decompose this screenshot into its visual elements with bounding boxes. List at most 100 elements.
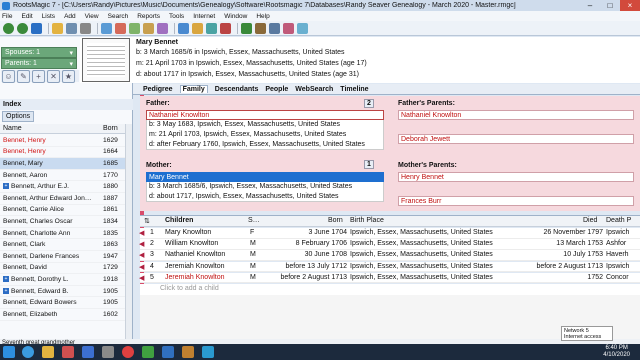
child-arrow-icon[interactable]: ◀ <box>139 274 144 282</box>
tab-timeline[interactable]: Timeline <box>340 86 368 93</box>
col-born[interactable]: Born <box>328 217 343 224</box>
web-icon[interactable] <box>206 22 217 34</box>
tools-icon[interactable] <box>220 22 231 34</box>
plus-icon[interactable]: + <box>3 276 9 283</box>
name-row[interactable]: Bennett, David 1729 <box>0 263 126 275</box>
add-child-icon[interactable] <box>129 22 140 34</box>
menu-view[interactable]: View <box>85 13 99 20</box>
tab-websearch[interactable]: WebSearch <box>295 86 333 93</box>
app-icon[interactable] <box>62 346 74 358</box>
photo-thumbnail[interactable] <box>82 38 130 82</box>
delete-icon[interactable]: ✕ <box>47 70 60 83</box>
app-icon[interactable] <box>102 346 114 358</box>
save-icon[interactable] <box>66 22 77 34</box>
father-spouse-count[interactable]: 2 <box>364 99 374 108</box>
add-spouse-icon[interactable] <box>115 22 126 34</box>
app-icon[interactable] <box>142 346 154 358</box>
name-row[interactable]: Bennet, Henry 1664 <box>0 147 126 159</box>
search-icon[interactable] <box>178 22 189 34</box>
open-file-icon[interactable] <box>52 22 63 34</box>
person-icon[interactable]: ☺ <box>2 70 15 83</box>
bookmark-icon[interactable]: ★ <box>62 70 75 83</box>
maximize-button[interactable]: □ <box>600 0 620 11</box>
bookmark-icon[interactable] <box>283 22 294 34</box>
back-icon[interactable] <box>3 22 14 34</box>
publish-icon[interactable] <box>241 22 252 34</box>
tree-icon[interactable] <box>255 22 266 34</box>
explorer-icon[interactable] <box>42 346 54 358</box>
child-arrow-icon[interactable]: ◀ <box>139 263 144 271</box>
child-row[interactable]: 4 Jeremiah Knowlton Mbefore 13 July 1712 Ip… <box>139 261 640 273</box>
tab-descendants[interactable]: Descendants <box>215 86 259 93</box>
name-row[interactable]: Bennet, Henry 1629 <box>0 135 126 147</box>
menu-add[interactable]: Add <box>64 13 76 20</box>
name-row[interactable]: Bennett, Aaron 1770 <box>0 170 126 182</box>
add-icon[interactable]: + <box>32 70 45 83</box>
name-row[interactable]: Bennett, Clark 1863 <box>0 239 126 251</box>
app-icon[interactable] <box>162 346 174 358</box>
name-row[interactable]: Bennett, Charles Oscar 1834 <box>0 216 126 228</box>
chrome-icon[interactable] <box>122 346 134 358</box>
col-born[interactable]: Born <box>103 125 126 132</box>
child-row[interactable]: 3 Nathaniel Knowlton M 30 June 1708 Ipswich,… <box>139 250 640 261</box>
tab-family[interactable]: Family <box>179 85 208 93</box>
menu-file[interactable]: File <box>2 13 12 20</box>
col-children[interactable]: Children <box>165 217 193 224</box>
menu-internet[interactable]: Internet <box>193 13 215 20</box>
name-row[interactable]: Bennett, Darlene Frances 1947 <box>0 251 126 263</box>
tab-pedigree[interactable]: Pedigree <box>143 86 173 93</box>
rootsmagic-icon[interactable] <box>202 346 214 358</box>
menu-help[interactable]: Help <box>256 13 269 20</box>
menu-lists[interactable]: Lists <box>42 13 55 20</box>
close-button[interactable]: × <box>620 0 640 11</box>
add-child-row[interactable]: Click to add a child <box>140 284 640 295</box>
name-row[interactable]: Bennett, Edward Bowers 1905 <box>0 297 126 309</box>
name-row[interactable]: Bennett, Charlotte Ann 1835 <box>0 228 126 240</box>
col-died[interactable]: Died <box>583 217 597 224</box>
app-icon[interactable] <box>182 346 194 358</box>
name-row[interactable]: Bennett, Elizabeth 1602 <box>0 309 126 321</box>
menu-window[interactable]: Window <box>224 13 247 20</box>
start-icon[interactable] <box>3 346 15 358</box>
fathers-mother[interactable]: Deborah Jewett <box>398 134 634 144</box>
child-arrow-icon[interactable]: ◀ <box>139 251 144 259</box>
col-name[interactable]: Name <box>0 125 103 132</box>
mother-name[interactable]: Mary Bennet <box>146 172 384 182</box>
plus-icon[interactable]: + <box>3 183 9 190</box>
name-row[interactable]: Bennet, Mary 1685 <box>0 158 126 170</box>
source-icon[interactable] <box>157 22 168 34</box>
sort-icon[interactable]: ⇅ <box>144 217 150 225</box>
index-scrollbar[interactable] <box>125 124 132 357</box>
ie-icon[interactable] <box>22 346 34 358</box>
mothers-father[interactable]: Henry Bennet <box>398 172 634 182</box>
child-arrow-icon[interactable]: ◀ <box>139 229 144 237</box>
options-tab[interactable]: Options <box>2 111 35 122</box>
col-death-place[interactable]: Death P <box>606 217 631 224</box>
plus-icon[interactable]: + <box>3 287 9 294</box>
menu-reports[interactable]: Reports <box>137 13 160 20</box>
menu-tools[interactable]: Tools <box>169 13 184 20</box>
menu-search[interactable]: Search <box>108 13 129 20</box>
spouses-dropdown[interactable]: Spouses: 1 ▾ <box>1 47 77 58</box>
name-row[interactable]: Bennett, Arthur Edward Jon… 1887 <box>0 193 126 205</box>
add-person-icon[interactable] <box>101 22 112 34</box>
edit-person-icon[interactable] <box>143 22 154 34</box>
clock[interactable]: 6:40 PM 4/10/2020 <box>603 345 630 359</box>
tab-people[interactable]: People <box>265 86 288 93</box>
child-arrow-icon[interactable]: ◀ <box>139 240 144 248</box>
mother-spouse-count[interactable]: 1 <box>364 160 374 169</box>
name-row[interactable]: Bennett, Carrie Alice 1861 <box>0 205 126 217</box>
child-row[interactable]: 5 Jeremiah Knowlton Mbefore 2 August 1713 I… <box>139 272 640 284</box>
parents-dropdown[interactable]: Parents: 1 ▾ <box>1 58 77 69</box>
name-row[interactable]: + Bennett, Edward B. 1905 <box>0 286 126 298</box>
settings-icon[interactable] <box>269 22 280 34</box>
mothers-mother[interactable]: Frances Burr <box>398 196 634 206</box>
father-name[interactable]: Nathaniel Knowlton <box>146 110 384 120</box>
word-icon[interactable] <box>82 346 94 358</box>
fathers-father[interactable]: Nathaniel Knowlton <box>398 110 634 120</box>
name-row[interactable]: + Bennett, Arthur E.J. 1880 <box>0 181 126 193</box>
forward-icon[interactable] <box>17 22 28 34</box>
print-icon[interactable] <box>80 22 91 34</box>
home-icon[interactable] <box>31 22 42 34</box>
edit-icon[interactable]: ✎ <box>17 70 30 83</box>
